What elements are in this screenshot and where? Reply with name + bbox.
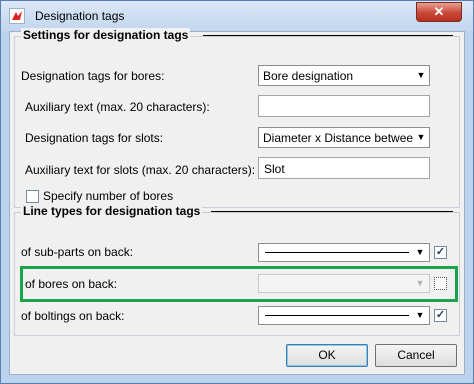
settings-group: Settings for designation tags Designatio… xyxy=(14,28,460,208)
settings-group-title: Settings for designation tags xyxy=(21,28,191,42)
bores-designation-select[interactable]: Bore designation ▼ xyxy=(258,65,430,86)
linetype-sample xyxy=(265,252,409,253)
boltings-label: of boltings on back: xyxy=(21,309,125,323)
dropdown-arrow-icon: ▼ xyxy=(413,128,429,147)
dialog-window: Designation tags ✕ Settings for designat… xyxy=(0,0,474,384)
aux-slots-label: Auxiliary text for slots (max. 20 charac… xyxy=(25,163,256,177)
app-logo-icon xyxy=(9,8,25,24)
specify-bores-checkbox[interactable] xyxy=(26,190,39,203)
aux-slots-value: Slot xyxy=(264,162,285,176)
sub-parts-checkbox[interactable]: ✓ xyxy=(434,246,447,259)
slots-designation-label: Designation tags for slots: xyxy=(25,131,164,145)
check-icon: ✓ xyxy=(435,309,446,321)
line-types-group-title: Line types for designation tags xyxy=(21,204,203,218)
dialog-body: Settings for designation tags Designatio… xyxy=(9,28,465,375)
linetype-sample xyxy=(265,315,409,316)
dropdown-arrow-icon: ▼ xyxy=(413,66,429,85)
divider xyxy=(203,35,453,36)
dropdown-arrow-icon: ▼ xyxy=(415,247,425,257)
cancel-button[interactable]: Cancel xyxy=(375,344,457,367)
highlight-frame xyxy=(20,266,458,302)
slots-designation-select[interactable]: Diameter x Distance betweer ▼ xyxy=(258,127,430,148)
sub-parts-linetype-select[interactable]: ▼ xyxy=(258,243,430,262)
aux-slots-input[interactable]: Slot xyxy=(258,157,430,179)
dropdown-arrow-icon: ▼ xyxy=(415,310,425,320)
divider xyxy=(211,211,453,212)
aux-text-input[interactable] xyxy=(258,95,430,117)
window-title: Designation tags xyxy=(35,9,125,23)
sub-parts-label: of sub-parts on back: xyxy=(21,245,134,259)
boltings-checkbox[interactable]: ✓ xyxy=(434,309,447,322)
bores-designation-value: Bore designation xyxy=(263,69,354,83)
title-bar: Designation tags ✕ xyxy=(1,1,473,31)
close-icon: ✕ xyxy=(433,4,445,19)
ok-button[interactable]: OK xyxy=(286,344,368,367)
boltings-linetype-select[interactable]: ▼ xyxy=(258,306,430,325)
aux-text-label: Auxiliary text (max. 20 characters): xyxy=(25,100,210,114)
close-button[interactable]: ✕ xyxy=(416,2,462,22)
slots-designation-value: Diameter x Distance betweer xyxy=(263,131,418,145)
bores-designation-label: Designation tags for bores: xyxy=(21,69,165,83)
specify-bores-label: Specify number of bores xyxy=(43,189,174,203)
check-icon: ✓ xyxy=(435,246,446,258)
